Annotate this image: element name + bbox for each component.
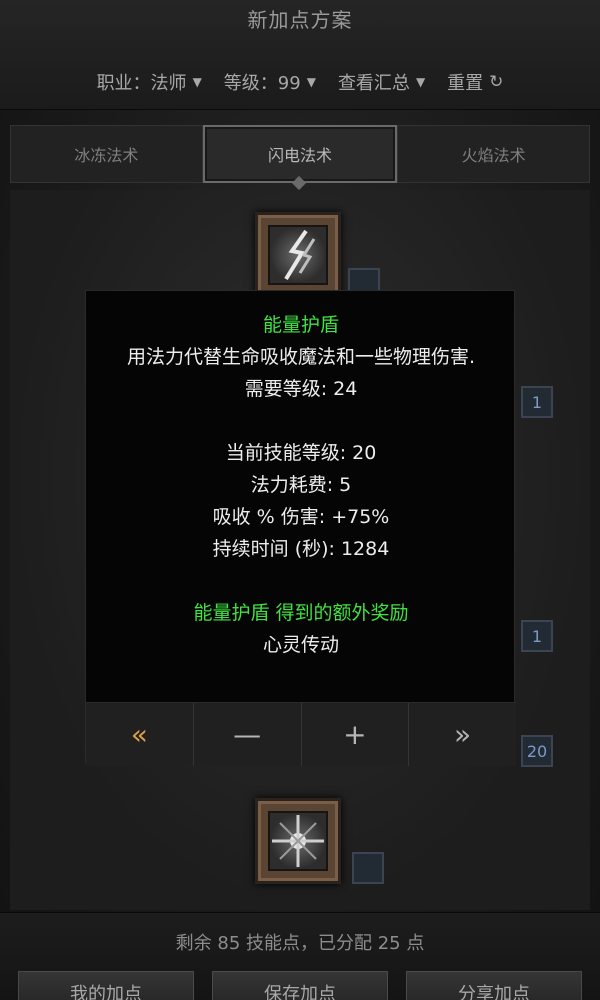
absorb-damage: 吸收 % 伤害: +75% xyxy=(212,506,390,528)
skill-level-badge: 1 xyxy=(521,620,553,652)
skill-planner-screen: 新加点方案 职业：法师 ▼ 等级：99 ▼ 查看汇总 ▼ 重置 ↻ 冰冻法术 闪… xyxy=(0,0,600,1000)
tooltip-controls: « — + » xyxy=(86,702,516,766)
skill-icon-thunder[interactable] xyxy=(255,798,341,884)
bonus-title: 能量护盾 得到的额外奖励 xyxy=(193,602,409,624)
skill-points-status: 剩余 85 技能点，已分配 25 点 xyxy=(175,933,425,954)
footer-buttons: 我的加点 保存加点 分享加点 xyxy=(18,971,582,1000)
skill-tooltip: 能量护盾 用法力代替生命吸收魔法和一些物理伤害. 需要等级: 24 当前技能等级… xyxy=(85,290,516,766)
bonus-skill: 心灵传动 xyxy=(262,634,339,656)
page-title: 新加点方案 xyxy=(247,8,353,32)
tab-cold-spells[interactable]: 冰冻法术 xyxy=(10,125,203,183)
tab-fire-spells[interactable]: 火焰法术 xyxy=(397,125,591,183)
caret-down-icon: ▼ xyxy=(306,75,316,89)
filter-bar: 职业：法师 ▼ 等级：99 ▼ 查看汇总 ▼ 重置 ↻ xyxy=(0,68,600,96)
skill-description: 用法力代替生命吸收魔法和一些物理伤害. xyxy=(126,346,476,368)
share-build-button[interactable]: 分享加点 xyxy=(406,971,582,1000)
skill-name: 能量护盾 xyxy=(262,314,339,336)
tooltip-body: 能量护盾 用法力代替生命吸收魔法和一些物理伤害. 需要等级: 24 当前技能等级… xyxy=(86,291,516,701)
min-level-button[interactable]: « xyxy=(86,703,194,766)
level-dropdown-label: 等级：99 xyxy=(223,73,301,94)
lightning-bolt-icon xyxy=(284,229,316,281)
reload-icon: ↻ xyxy=(489,72,504,92)
class-dropdown-label: 职业：法师 xyxy=(96,73,187,94)
caret-down-icon: ▼ xyxy=(192,75,202,89)
current-skill-level: 当前技能等级: 20 xyxy=(225,442,377,464)
reset-button-label: 重置 xyxy=(447,73,484,94)
skill-level-badge xyxy=(352,852,384,884)
footer: 剩余 85 技能点，已分配 25 点 我的加点 保存加点 分享加点 xyxy=(0,912,600,1000)
caret-down-icon: ▼ xyxy=(415,75,426,89)
skill-tabs: 冰冻法术 闪电法术 火焰法术 xyxy=(10,125,591,183)
skill-icon-lightning[interactable] xyxy=(255,212,341,298)
required-level: 需要等级: 24 xyxy=(244,378,358,400)
summary-dropdown-label: 查看汇总 xyxy=(337,73,410,94)
duration: 持续时间 (秒): 1284 xyxy=(212,538,390,560)
mana-cost: 法力耗费: 5 xyxy=(250,474,352,496)
my-builds-button[interactable]: 我的加点 xyxy=(18,971,194,1000)
reset-button[interactable]: 重置 ↻ xyxy=(447,68,503,96)
level-dropdown[interactable]: 等级：99 ▼ xyxy=(224,68,316,96)
header: 新加点方案 职业：法师 ▼ 等级：99 ▼ 查看汇总 ▼ 重置 ↻ xyxy=(0,0,600,110)
max-level-button[interactable]: » xyxy=(409,703,516,766)
summary-dropdown[interactable]: 查看汇总 ▼ xyxy=(338,68,425,96)
class-dropdown[interactable]: 职业：法师 ▼ xyxy=(97,68,202,96)
tab-lightning-spells[interactable]: 闪电法术 xyxy=(202,125,398,183)
increase-level-button[interactable]: + xyxy=(301,703,410,766)
spark-burst-icon xyxy=(272,815,324,867)
save-build-button[interactable]: 保存加点 xyxy=(212,971,388,1000)
skill-level-badge: 20 xyxy=(521,735,553,767)
skill-level-badge: 1 xyxy=(521,386,553,418)
decrease-level-button[interactable]: — xyxy=(193,703,302,766)
